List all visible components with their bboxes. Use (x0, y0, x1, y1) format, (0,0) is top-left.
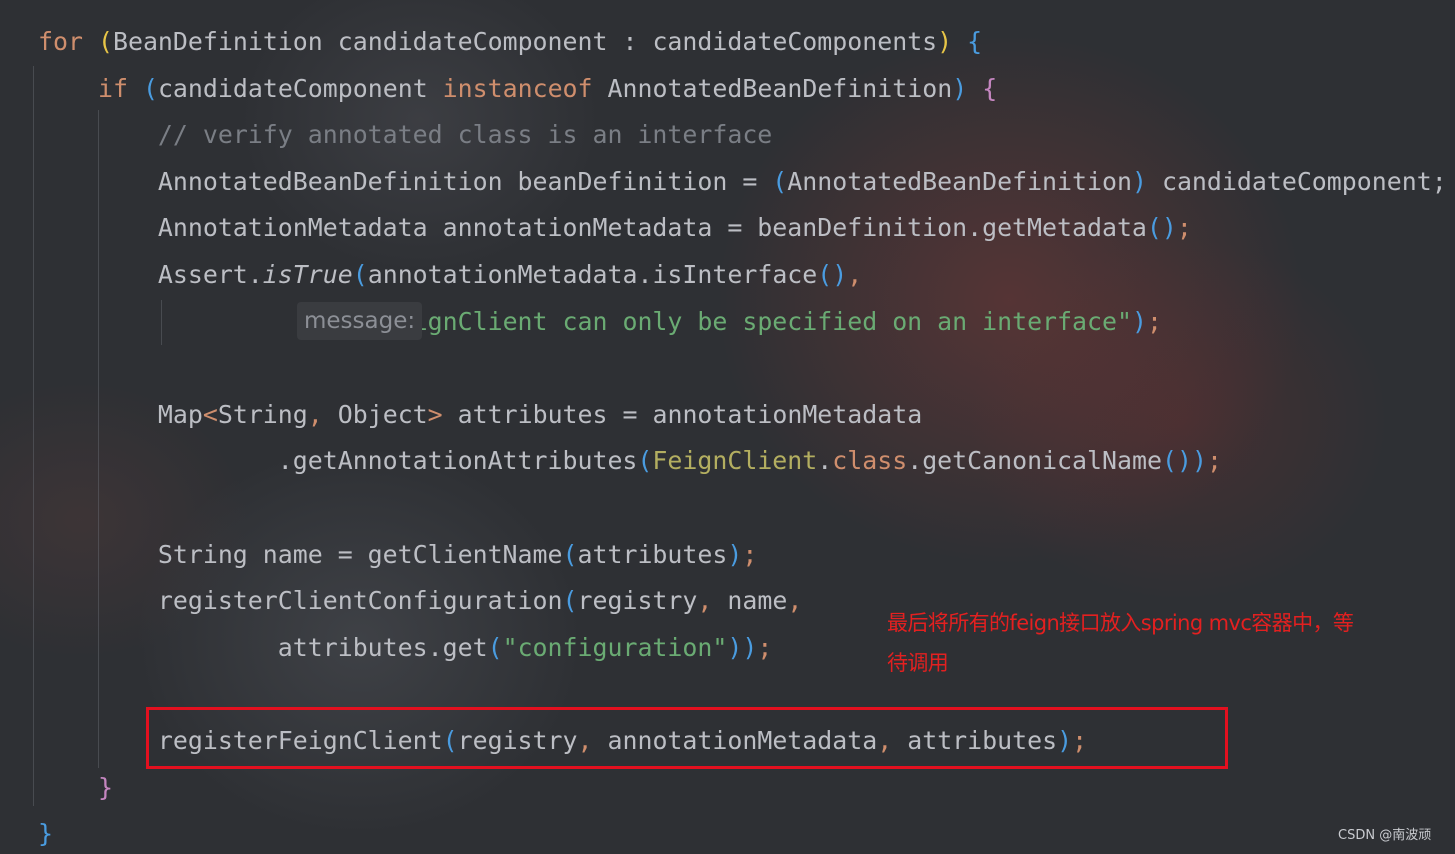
code-line[interactable]: } (38, 768, 113, 808)
code-token: isTrue (262, 260, 353, 289)
code-line[interactable]: Assert.isTrue(annotationMetadata.isInter… (38, 255, 862, 295)
code-token: , (307, 399, 323, 429)
code-token: , (697, 586, 713, 616)
code-token: } (38, 819, 53, 849)
code-token: AnnotatedBeanDefinition (592, 73, 953, 103)
annotation-line-2: 待调用 (887, 651, 949, 675)
code-token: String (217, 399, 308, 429)
code-token: Map (38, 399, 203, 429)
code-token: () (1146, 213, 1177, 243)
code-token: ( (97, 27, 113, 56)
code-token: "configuration" (502, 632, 728, 662)
code-line[interactable]: Map<String, Object> attributes = annotat… (38, 395, 922, 435)
code-token: > (427, 399, 443, 429)
code-line[interactable]: AnnotatedBeanDefinition beanDefinition =… (38, 162, 1447, 202)
code-line[interactable]: .getAnnotationAttributes(FeignClient.cla… (38, 441, 1222, 481)
code-token: name (712, 586, 788, 616)
code-line[interactable]: if (candidateComponent instanceof Annota… (38, 69, 997, 109)
code-token: ) (937, 27, 953, 56)
code-token: AnnotatedBeanDefinition (787, 166, 1132, 196)
code-token: instanceof (442, 73, 593, 103)
code-token: ) (1131, 306, 1147, 336)
code-line[interactable]: "@FeignClient can only be specified on a… (38, 302, 1162, 342)
code-token: ; (1176, 213, 1192, 243)
code-token: ; (1146, 306, 1162, 336)
code-token: ( (487, 632, 503, 662)
code-token: attributes (577, 539, 728, 569)
code-token: () (1161, 446, 1192, 476)
code-token: ( (562, 539, 578, 569)
code-token: . (817, 446, 833, 476)
code-token: candidateComponent (157, 73, 443, 103)
code-token: ; (742, 539, 758, 569)
code-token: ( (562, 586, 578, 616)
code-line[interactable]: // verify annotated class is an interfac… (38, 115, 772, 155)
code-token: BeanDefinition candidateComponent : cand… (112, 27, 938, 56)
code-token: String name = getClientName (38, 539, 563, 569)
code-token: registerClientConfiguration (38, 586, 563, 616)
code-token: ; (757, 632, 773, 662)
code-token: , (847, 260, 863, 289)
code-token: ) (952, 73, 968, 103)
code-token: { (967, 27, 983, 56)
code-token: Assert. (38, 260, 263, 289)
code-token: ) (1191, 446, 1207, 476)
code-token: } (97, 772, 113, 802)
code-token: AnnotationMetadata annotationMetadata = … (38, 213, 1147, 243)
code-line[interactable]: registerClientConfiguration(registry, na… (38, 581, 802, 621)
annotation-note: 最后将所有的feign接口放入spring mvc容器中，等 待调用 (887, 603, 1397, 683)
code-line[interactable]: String name = getClientName(attributes); (38, 535, 757, 575)
code-token: FeignClient (652, 446, 818, 476)
code-token: "@FeignClient can only be specified on a… (352, 306, 1132, 336)
code-token: { (982, 73, 998, 103)
code-token: , (787, 586, 803, 616)
code-token: candidateComponent; (1146, 166, 1447, 196)
watermark: CSDN @南波顽 (1338, 828, 1432, 843)
code-token: )) (727, 632, 758, 662)
code-token: ( (352, 260, 368, 289)
code-token: < (202, 399, 218, 429)
code-token: ( (637, 446, 653, 476)
code-token: .getAnnotationAttributes (38, 446, 638, 476)
code-editor[interactable]: for (BeanDefinition candidateComponent :… (0, 0, 1455, 854)
code-token: annotationMetadata.isInterface (367, 260, 818, 289)
code-token: registry (577, 586, 698, 616)
code-line[interactable]: } (38, 814, 53, 854)
annotation-line-1: 最后将所有的feign接口放入spring mvc容器中，等 (887, 611, 1354, 635)
parameter-name-hint: message: (297, 302, 423, 340)
code-line[interactable]: for (BeanDefinition candidateComponent :… (38, 22, 982, 62)
code-token: () (817, 260, 848, 289)
code-token: Object (322, 399, 428, 429)
code-token: .getCanonicalName (907, 446, 1162, 476)
code-token: ( (142, 73, 158, 103)
code-line[interactable]: AnnotationMetadata annotationMetadata = … (38, 208, 1192, 248)
code-token: // verify annotated class is an interfac… (157, 120, 773, 150)
code-token: ( (772, 166, 788, 196)
code-token: attributes = annotationMetadata (442, 399, 923, 429)
indent-guide (33, 66, 34, 806)
code-token: attributes.get (38, 632, 488, 662)
code-token: ; (1206, 446, 1222, 476)
highlight-box (146, 707, 1228, 769)
code-token: ) (727, 539, 743, 569)
code-line[interactable]: attributes.get("configuration")); (38, 628, 773, 668)
code-token: for (38, 27, 83, 56)
code-token: if (97, 73, 128, 103)
code-token: ) (1131, 166, 1147, 196)
code-token: AnnotatedBeanDefinition beanDefinition = (38, 166, 773, 196)
code-token: class (832, 446, 908, 476)
